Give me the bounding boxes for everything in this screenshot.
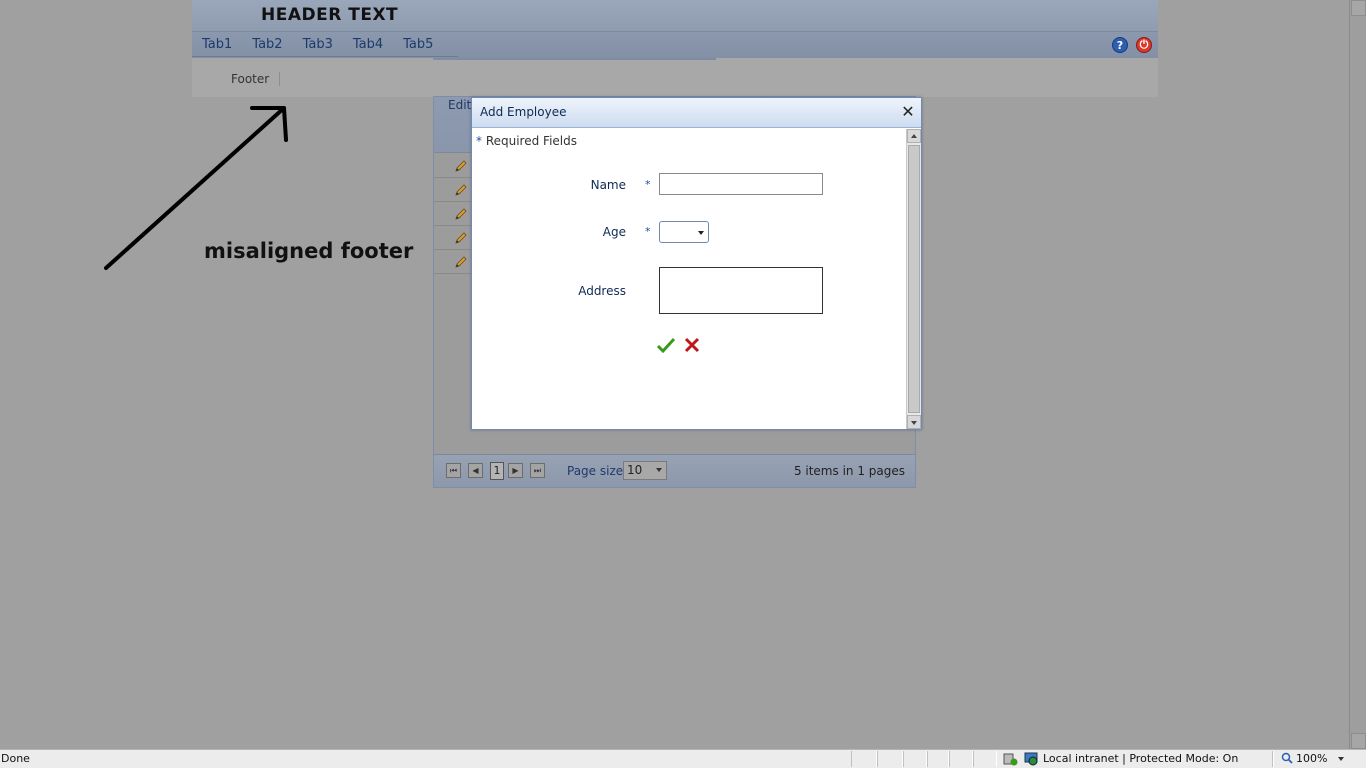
table-row [434,154,472,178]
table-row [434,250,472,274]
tab-3[interactable]: Tab3 [293,32,343,58]
page-size-value: 10 [627,463,643,477]
age-required-star: * [645,225,651,238]
close-icon[interactable]: ✕ [900,104,916,120]
edit-pencil-icon[interactable] [454,159,468,173]
status-cell [949,751,973,767]
status-cell [973,751,997,767]
page-scroll-down-arrow[interactable] [1351,733,1366,749]
table-row [434,178,472,202]
table-row [434,226,472,250]
header-title: HEADER TEXT [261,5,399,25]
edit-pencil-icon[interactable] [454,183,468,197]
current-page-number[interactable]: 1 [490,462,504,480]
name-input[interactable] [659,173,823,195]
tab-5[interactable]: Tab5 [393,32,443,58]
edit-pencil-icon[interactable] [454,255,468,269]
name-label: Name [590,178,626,192]
tab-underline [192,56,458,57]
name-required-star: * [645,178,651,191]
checkmark-icon[interactable] [657,337,675,353]
grid-edit-column-header: Edit [448,98,472,112]
scroll-thumb[interactable] [908,145,920,413]
chevron-down-icon [698,231,704,235]
help-icon[interactable]: ? [1112,37,1128,53]
page-scroll-up-arrow[interactable] [1351,0,1366,16]
required-fields-note: * Required Fields [476,134,577,148]
tab-4[interactable]: Tab4 [343,32,393,58]
dialog-body: * Required Fields Name * Age * Address [472,129,906,429]
status-cell [877,751,903,767]
status-cell [927,751,949,767]
address-textarea[interactable] [659,267,823,314]
last-page-button[interactable]: ⏭ [530,463,545,478]
dialog-title: Add Employee [480,105,567,119]
next-page-button[interactable]: ▶ [508,463,523,478]
annotation-text: misaligned footer [204,239,414,263]
power-icon[interactable]: ⏻ [1136,37,1152,53]
chevron-down-icon[interactable] [1338,757,1344,761]
edit-pencil-icon[interactable] [454,231,468,245]
status-cell [851,751,877,767]
intranet-globe-icon [1024,752,1038,766]
status-divider [1272,751,1274,767]
dialog-scrollbar[interactable] [906,129,921,429]
status-text: Done [1,752,30,765]
age-label: Age [602,225,626,239]
scroll-up-arrow[interactable] [907,129,921,143]
app-header: HEADER TEXT [192,0,1158,31]
security-icon[interactable] [1003,752,1018,766]
zoom-magnifier-icon[interactable] [1281,752,1293,764]
first-page-button[interactable]: ⏮ [446,463,461,478]
page-size-select[interactable]: 10 [623,461,667,480]
footer-label[interactable]: Footer [231,72,281,86]
footer-divider-line [433,58,716,60]
age-select[interactable] [659,221,709,243]
dialog-title-bar[interactable]: Add Employee ✕ [472,98,921,128]
add-employee-dialog: Add Employee ✕ * Required Fields Name * … [471,97,922,430]
scroll-down-arrow[interactable] [907,415,921,429]
page-size-label: Page size: [567,464,628,478]
page-scrollbar[interactable] [1349,0,1366,749]
tab-2[interactable]: Tab2 [242,32,292,58]
status-cell [903,751,927,767]
browser-status-bar: Done Local intranet | Protected Mode: On… [0,749,1366,768]
grid-pager: ⏮ ◀ 1 ▶ ⏭ Page size: 10 5 items in 1 pag… [434,454,915,487]
edit-pencil-icon[interactable] [454,207,468,221]
cancel-x-icon[interactable] [684,337,700,353]
security-zone-text: Local intranet | Protected Mode: On [1043,752,1239,765]
table-row [434,202,472,226]
footer-bar: Footer [192,58,1158,97]
pager-items-info: 5 items in 1 pages [793,464,905,478]
tab-bar: Tab1 Tab2 Tab3 Tab4 Tab5 ? ⏻ [192,31,1158,58]
required-note-text: Required Fields [482,134,577,148]
prev-page-button[interactable]: ◀ [468,463,483,478]
zoom-level[interactable]: 100% [1296,752,1327,765]
header-icons: ? ⏻ [1112,37,1152,53]
tab-1[interactable]: Tab1 [192,32,242,58]
tab-list: Tab1 Tab2 Tab3 Tab4 Tab5 [192,32,443,58]
chevron-down-icon [656,468,662,472]
address-label: Address [578,284,626,298]
